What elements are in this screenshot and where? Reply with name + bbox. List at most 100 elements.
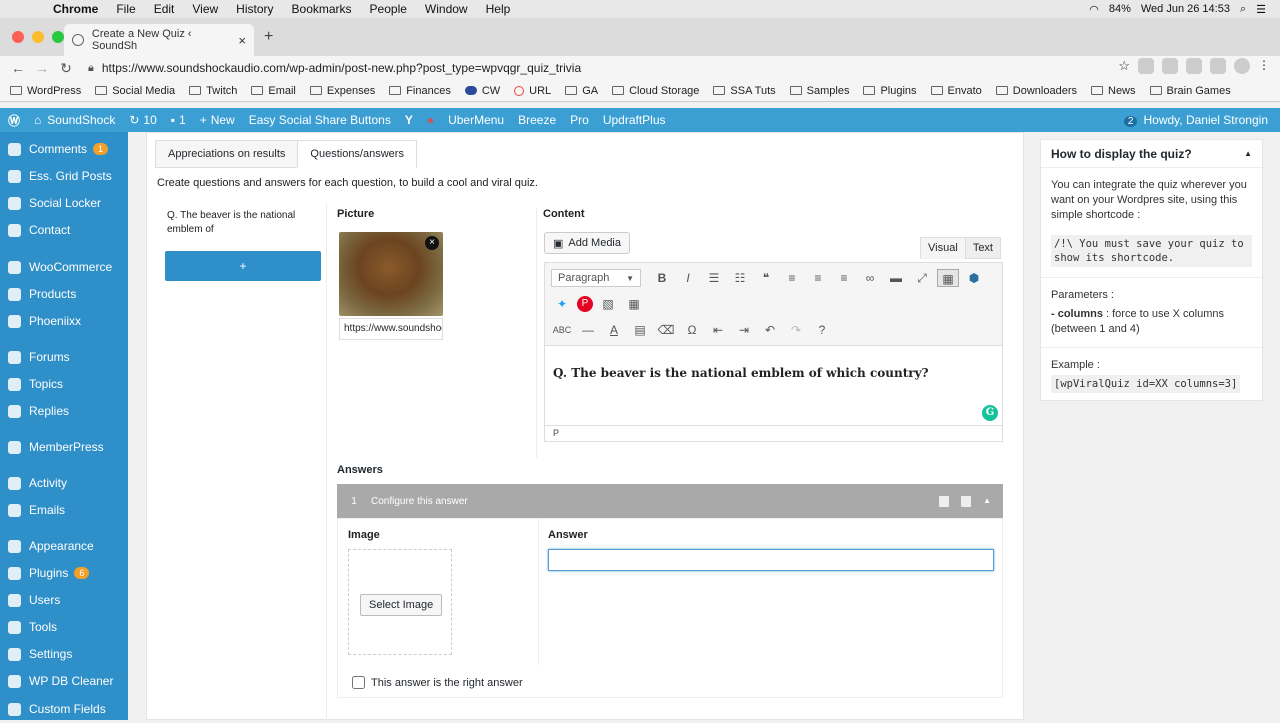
sidebar-item-forums[interactable]: Forums [8,350,70,364]
clock[interactable]: Wed Jun 26 14:53 [1141,3,1230,15]
fullscreen-icon[interactable]: ⤢ [911,269,933,287]
align-center-icon[interactable]: ≡ [807,269,829,287]
remove-image-icon[interactable]: × [425,236,439,250]
redo-icon[interactable]: ↷ [785,321,807,339]
clear-formatting-icon[interactable]: ⌫ [655,321,677,339]
grammarly-icon[interactable]: G [982,405,998,421]
grid-icon[interactable]: ▦ [623,295,645,313]
extension-icon[interactable] [1138,58,1154,74]
select-image-button[interactable]: Select Image [360,594,443,616]
forward-icon[interactable]: → [30,60,54,76]
bookmark-envato[interactable]: Envato [930,85,982,97]
essb-link[interactable]: Easy Social Share Buttons [249,113,391,127]
format-select[interactable]: Paragraph ▼ [551,269,641,287]
picture-url-field[interactable]: https://www.soundshockaudio.com [339,318,443,340]
bookmark-downloaders[interactable]: Downloaders [995,85,1077,97]
battery-text[interactable]: 84% [1109,3,1131,15]
answer-header[interactable]: 1 Configure this answer ▲ [337,484,1003,518]
horizontal-line-icon[interactable]: — [577,321,599,339]
menu-view[interactable]: View [183,2,227,16]
menu-people[interactable]: People [361,2,416,16]
pinterest-icon[interactable]: P [577,296,593,312]
new-icon[interactable]: + [200,113,207,127]
sidebar-item-replies[interactable]: Replies [8,404,69,418]
italic-icon[interactable]: I [677,269,699,287]
sidebar-item-woocommerce[interactable]: WooCommerce [8,260,112,274]
help-icon[interactable]: ? [811,321,833,339]
site-home-icon[interactable]: ⌂ [34,113,41,127]
sidebar-item-plugins[interactable]: Plugins 6 [8,566,90,580]
sidebar-item-products[interactable]: Products [8,287,76,301]
browser-tab[interactable]: Create a New Quiz ‹ SoundSh × [64,24,254,56]
sidebar-item-topics[interactable]: Topics [8,377,63,391]
read-more-icon[interactable]: ▬ [885,269,907,287]
close-window-icon[interactable] [12,31,24,43]
comments-count[interactable]: 1 [179,113,186,127]
add-media-button[interactable]: ▣ Add Media [544,232,630,254]
content-editor[interactable]: Q. The beaver is the national emblem of … [544,346,1003,426]
star-icon[interactable]: ☆ [1118,58,1130,74]
menu-file[interactable]: File [107,2,144,16]
extension-icon[interactable] [1210,58,1226,74]
sidebar-item-social-locker[interactable]: Social Locker [8,196,101,210]
extension-icon[interactable] [1186,58,1202,74]
bookmark-cw[interactable]: CW [464,85,500,97]
bookmark-wordpress[interactable]: WordPress [10,85,81,97]
reload-icon[interactable]: ↻ [54,60,78,77]
bookmark-news[interactable]: News [1091,85,1136,97]
ubermenu-link[interactable]: UberMenu [448,113,504,127]
updates-icon[interactable]: ↻ [129,113,139,127]
sidebar-item-custom-fields[interactable]: Custom Fields [8,702,106,716]
maximize-window-icon[interactable] [52,31,64,43]
duplicate-icon[interactable] [939,495,950,507]
shield-icon[interactable]: ⬢ [963,269,985,287]
menu-list-icon[interactable]: ☰ [1256,3,1266,16]
right-answer-checkbox[interactable]: This answer is the right answer [352,676,523,689]
tab-text[interactable]: Text [964,237,1001,259]
more-icon[interactable]: ⋮ [1258,58,1270,74]
numbered-list-icon[interactable]: ☷ [729,269,751,287]
panel-header[interactable]: How to display the quiz? ▲ [1041,140,1262,168]
indent-icon[interactable]: ⇥ [733,321,755,339]
yoast-icon[interactable]: Y [405,113,413,127]
bookmark-expenses[interactable]: Expenses [309,85,375,97]
bullet-list-icon[interactable]: ☰ [703,269,725,287]
updates-count[interactable]: 10 [143,113,156,127]
toolbar-toggle-icon[interactable]: ▦ [937,269,959,287]
back-icon[interactable]: ← [6,60,30,76]
tab-visual[interactable]: Visual [920,237,966,259]
wifi-icon[interactable]: ◠ [1089,3,1099,16]
collapse-icon[interactable]: ▲ [983,496,991,507]
breeze-link[interactable]: Breeze [518,113,556,127]
comments-icon[interactable]: ▪ [171,113,175,127]
special-character-icon[interactable]: Ω [681,321,703,339]
strikethrough-icon[interactable]: ABC [551,321,573,339]
answer-input[interactable] [548,549,994,571]
profile-icon[interactable] [1234,58,1250,74]
bookmark-finances[interactable]: Finances [389,85,451,97]
question-item[interactable]: Q. The beaver is the national emblem of [157,203,326,243]
sidebar-item-appearance[interactable]: Appearance [8,539,94,553]
updraftplus-link[interactable]: UpdraftPlus [603,113,666,127]
bookmark-ga[interactable]: GA [565,85,598,97]
undo-icon[interactable]: ↶ [759,321,781,339]
new-link[interactable]: New [211,113,235,127]
menu-app[interactable]: Chrome [44,2,107,16]
menu-bookmarks[interactable]: Bookmarks [283,2,361,16]
sidebar-item-ess-grid[interactable]: Ess. Grid Posts [8,169,112,183]
bookmark-plugins[interactable]: Plugins [863,85,917,97]
sidebar-item-settings[interactable]: Settings [8,647,72,661]
bookmark-cloud-storage[interactable]: Cloud Storage [612,85,699,97]
pro-link[interactable]: Pro [570,113,589,127]
bookmark-email[interactable]: Email [251,85,296,97]
bookmark-social-media[interactable]: Social Media [95,85,175,97]
bookmark-samples[interactable]: Samples [789,85,849,97]
sidebar-item-contact[interactable]: Contact [8,223,70,237]
sidebar-item-phoeniixx[interactable]: Phoeniixx [8,314,81,328]
text-color-icon[interactable]: A [603,321,625,339]
link-icon[interactable]: ∞ [859,269,881,287]
menu-edit[interactable]: Edit [145,2,184,16]
sidebar-item-comments[interactable]: Comments 1 [8,142,109,156]
menu-help[interactable]: Help [477,2,520,16]
tab-appreciations[interactable]: Appreciations on results [155,140,299,168]
